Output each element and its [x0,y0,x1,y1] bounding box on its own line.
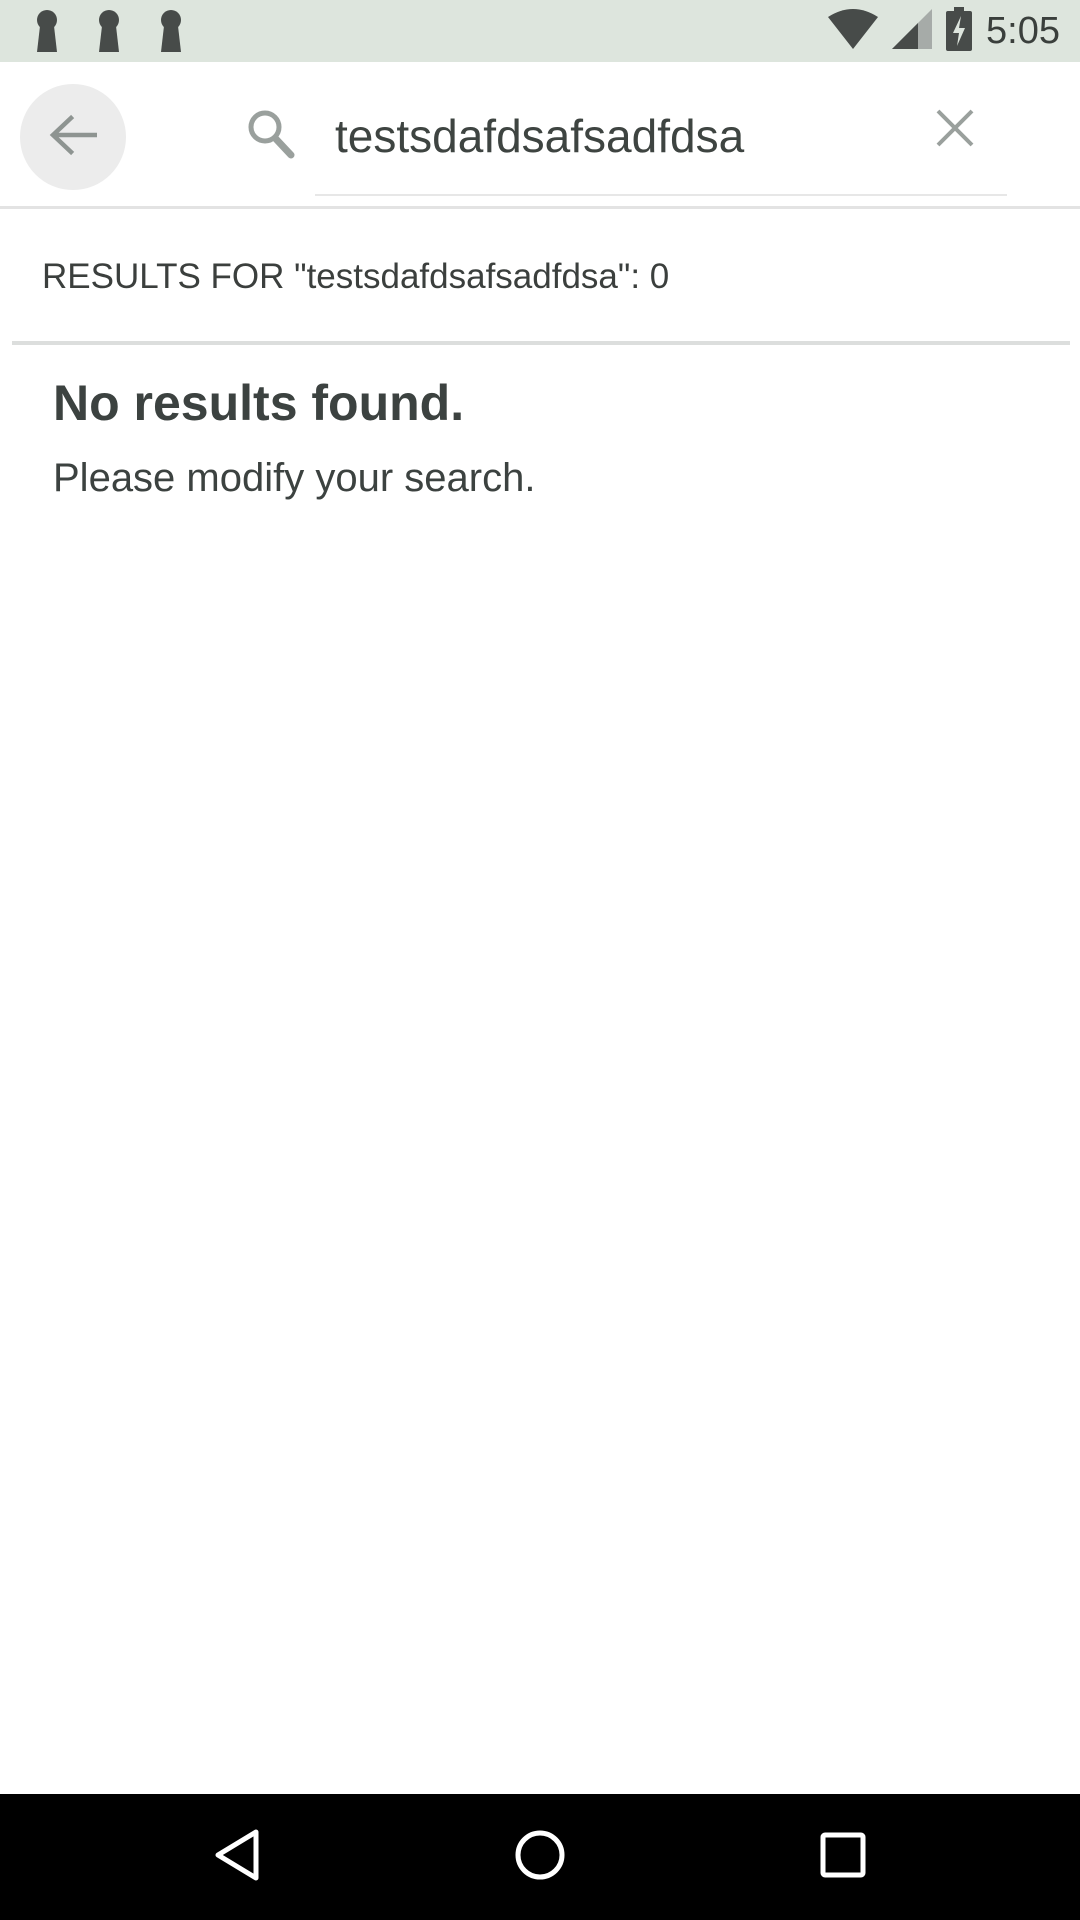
wifi-icon [828,8,879,54]
search-bar [0,62,1080,209]
status-bar: 5:05 [0,0,1080,62]
battery-charging-icon [946,6,973,56]
status-indicators: 5:05 [828,0,1060,62]
square-recents-icon [819,1831,867,1884]
search-results-screen: 5:05 RESULTS FOR "testsdafdsafsadfdsa": … [0,0,1080,1920]
search-input[interactable] [335,108,895,164]
keyhole-icon [92,8,138,54]
cell-signal-icon [892,8,933,54]
navigation-bar [0,1794,1080,1920]
nav-back-button[interactable] [204,1824,270,1890]
search-icon [246,108,296,165]
nav-home-button[interactable] [507,1824,573,1890]
keyhole-icon [154,8,200,54]
results-header: RESULTS FOR "testsdafdsafsadfdsa": 0 [12,212,1070,345]
nav-recents-button[interactable] [810,1824,876,1890]
close-icon [935,108,975,153]
circle-home-icon [514,1829,566,1886]
search-field [315,82,1007,196]
triangle-back-icon [214,1829,260,1886]
clear-search-button[interactable] [930,105,980,155]
no-results-message: Please modify your search. [53,456,536,500]
clock: 5:05 [986,9,1060,52]
arrow-left-icon [49,114,98,161]
keyhole-icon [30,8,76,54]
no-results-title: No results found. [53,375,465,431]
back-button[interactable] [20,84,126,190]
results-count-label: RESULTS FOR "testsdafdsafsadfdsa": 0 [42,257,670,296]
notification-icons [30,8,200,54]
